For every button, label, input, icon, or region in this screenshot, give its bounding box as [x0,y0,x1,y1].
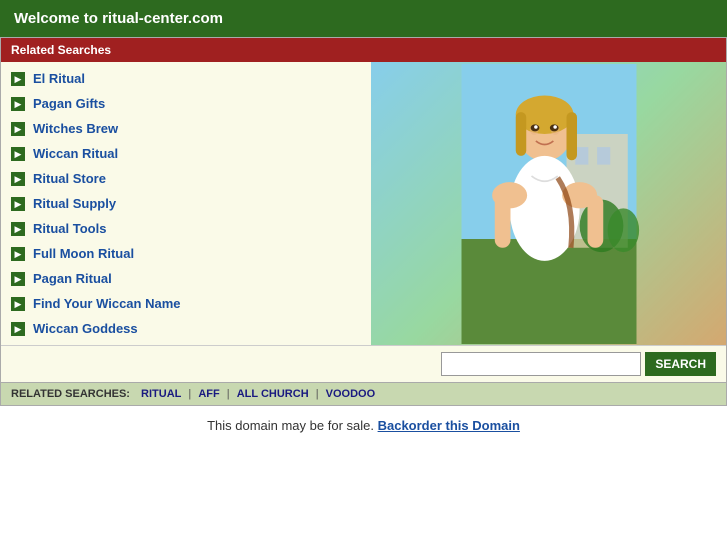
list-item[interactable]: ▶ Full Moon Ritual [1,241,371,266]
person-illustration [449,64,649,344]
bottom-related-label: RELATED SEARCHES: [11,388,130,400]
list-item[interactable]: ▶ El Ritual [1,66,371,91]
person-image [371,62,726,345]
link-text[interactable]: Ritual Store [33,171,106,186]
backorder-link[interactable]: Backorder this Domain [378,418,520,433]
arrow-icon: ▶ [11,197,25,211]
arrow-icon: ▶ [11,297,25,311]
search-input[interactable] [441,352,641,376]
main-box: Related Searches ▶El Ritual▶Pagan Gifts▶… [0,37,727,406]
footer: This domain may be for sale. Backorder t… [0,406,727,445]
list-item[interactable]: ▶ Ritual Supply [1,191,371,216]
link-text[interactable]: Full Moon Ritual [33,246,134,261]
content-area: ▶ El Ritual ▶ Pagan Gifts ▶ Witches Brew ▶ Wicc… [1,62,726,345]
separator: | [313,388,322,400]
link-text[interactable]: Find Your Wiccan Name [33,296,181,311]
link-text[interactable]: El Ritual [33,71,85,86]
separator: | [224,388,233,400]
header-title: Welcome to ritual-center.com [14,10,223,27]
image-column [371,62,726,345]
bottom-related-link[interactable]: RITUAL [141,388,181,400]
link-text[interactable]: Pagan Gifts [33,96,105,111]
list-item[interactable]: ▶ Pagan Gifts [1,91,371,116]
link-text[interactable]: Ritual Tools [33,221,106,236]
bottom-related-row: RELATED SEARCHES: RITUAL | AFF | ALL CHU… [1,382,726,405]
list-item[interactable]: ▶ Ritual Store [1,166,371,191]
link-text[interactable]: Ritual Supply [33,196,116,211]
related-searches-label: Related Searches [11,43,111,57]
arrow-icon: ▶ [11,247,25,261]
arrow-icon: ▶ [11,97,25,111]
link-text[interactable]: Pagan Ritual [33,271,112,286]
link-text[interactable]: Witches Brew [33,121,118,136]
list-item[interactable]: ▶ Wiccan Goddess [1,316,371,341]
footer-text: This domain may be for sale. [207,418,374,433]
arrow-icon: ▶ [11,147,25,161]
list-item[interactable]: ▶ Find Your Wiccan Name [1,291,371,316]
arrow-icon: ▶ [11,272,25,286]
link-text[interactable]: Wiccan Ritual [33,146,118,161]
arrow-icon: ▶ [11,172,25,186]
separator: | [185,388,194,400]
list-item[interactable]: ▶ Ritual Tools [1,216,371,241]
list-item[interactable]: ▶ Wiccan Ritual [1,141,371,166]
page-header: Welcome to ritual-center.com [0,0,727,37]
arrow-icon: ▶ [11,122,25,136]
arrow-icon: ▶ [11,72,25,86]
bottom-related-link[interactable]: VOODOO [326,388,376,400]
arrow-icon: ▶ [11,322,25,336]
related-searches-bar: Related Searches [1,38,726,62]
link-text[interactable]: Wiccan Goddess [33,321,138,336]
list-item[interactable]: ▶ Pagan Ritual [1,266,371,291]
arrow-icon: ▶ [11,222,25,236]
bottom-related-link[interactable]: AFF [198,388,219,400]
bottom-related-link[interactable]: ALL CHURCH [237,388,309,400]
links-column: ▶ El Ritual ▶ Pagan Gifts ▶ Witches Brew ▶ Wicc… [1,62,371,345]
search-bar-row: SEARCH [1,345,726,382]
list-item[interactable]: ▶ Witches Brew [1,116,371,141]
search-button[interactable]: SEARCH [645,352,716,376]
